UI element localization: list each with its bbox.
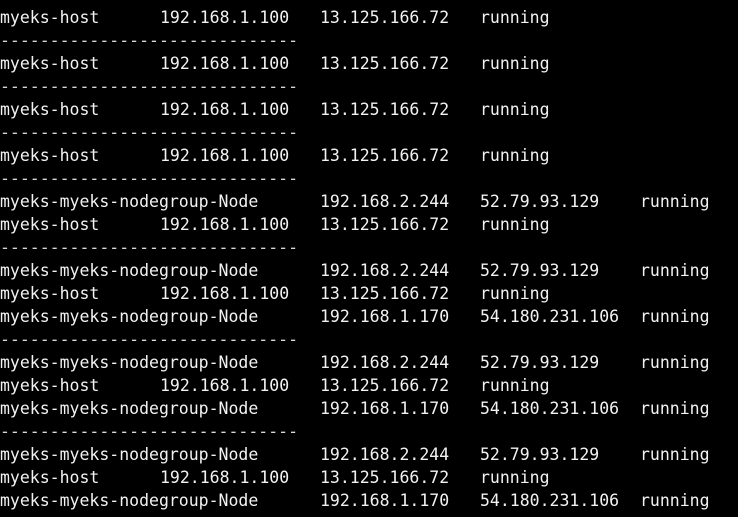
instance-row: myeks-myeks-nodegroup-Node 192.168.2.244 5…: [0, 190, 738, 213]
public-ip: 13.125.166.72: [320, 215, 450, 234]
instance-name: myeks-host: [0, 376, 100, 395]
separator-line: ------------------------------: [0, 75, 738, 98]
instance-name: myeks-host: [0, 468, 100, 487]
public-ip: 54.180.231.106: [480, 491, 620, 510]
instance-state: running: [480, 468, 550, 487]
public-ip: 52.79.93.129: [480, 353, 600, 372]
instance-name: myeks-host: [0, 100, 100, 119]
separator-dashes: ------------------------------: [0, 31, 299, 50]
instance-row: myeks-myeks-nodegroup-Node 192.168.2.244 5…: [0, 351, 738, 374]
instance-state: running: [480, 146, 550, 165]
separator-line: ------------------------------: [0, 167, 738, 190]
separator-line: ------------------------------: [0, 420, 738, 443]
separator-dashes: ------------------------------: [0, 238, 299, 257]
public-ip: 13.125.166.72: [320, 284, 450, 303]
instance-name: myeks-host: [0, 8, 100, 27]
instance-state: running: [640, 307, 710, 326]
instance-name: myeks-host: [0, 54, 100, 73]
private-ip: 192.168.1.100: [160, 146, 290, 165]
private-ip: 192.168.1.100: [160, 8, 290, 27]
public-ip: 13.125.166.72: [320, 100, 450, 119]
instance-state: running: [480, 376, 550, 395]
instance-row: myeks-host 192.168.1.100 13.125.166.72 runn…: [0, 374, 738, 397]
terminal-window[interactable]: myeks-host 192.168.1.100 13.125.166.72 runn…: [0, 0, 738, 517]
instance-name: myeks-myeks-nodegroup-Node: [0, 307, 259, 326]
public-ip: 54.180.231.106: [480, 307, 620, 326]
private-ip: 192.168.2.244: [320, 261, 450, 280]
public-ip: 13.125.166.72: [320, 146, 450, 165]
private-ip: 192.168.1.100: [160, 100, 290, 119]
public-ip: 13.125.166.72: [320, 54, 450, 73]
public-ip: 52.79.93.129: [480, 192, 600, 211]
public-ip: 13.125.166.72: [320, 468, 450, 487]
instance-row: myeks-myeks-nodegroup-Node 192.168.1.170 5…: [0, 305, 738, 328]
private-ip: 192.168.1.100: [160, 284, 290, 303]
instance-name: myeks-host: [0, 146, 100, 165]
separator-line: ------------------------------: [0, 121, 738, 144]
private-ip: 192.168.1.100: [160, 376, 290, 395]
private-ip: 192.168.1.100: [160, 54, 290, 73]
instance-row: myeks-myeks-nodegroup-Node 192.168.2.244 5…: [0, 443, 738, 466]
instance-state: running: [640, 192, 710, 211]
instance-name: myeks-myeks-nodegroup-Node: [0, 491, 259, 510]
instance-state: running: [640, 399, 710, 418]
private-ip: 192.168.2.244: [320, 353, 450, 372]
public-ip: 13.125.166.72: [320, 8, 450, 27]
private-ip: 192.168.1.170: [320, 399, 450, 418]
separator-dashes: ------------------------------: [0, 123, 299, 142]
instance-name: myeks-host: [0, 284, 100, 303]
separator-line: ------------------------------: [0, 328, 738, 351]
instance-name: myeks-myeks-nodegroup-Node: [0, 261, 259, 280]
public-ip: 13.125.166.72: [320, 376, 450, 395]
separator-dashes: ------------------------------: [0, 77, 299, 96]
instance-row: myeks-host 192.168.1.100 13.125.166.72 runn…: [0, 282, 738, 305]
private-ip: 192.168.1.100: [160, 215, 290, 234]
instance-row: myeks-myeks-nodegroup-Node 192.168.1.170 5…: [0, 397, 738, 420]
instance-name: myeks-myeks-nodegroup-Node: [0, 192, 259, 211]
separator-dashes: ------------------------------: [0, 422, 299, 441]
private-ip: 192.168.2.244: [320, 192, 450, 211]
instance-state: running: [640, 353, 710, 372]
instance-state: running: [480, 100, 550, 119]
instance-state: running: [640, 491, 710, 510]
instance-row: myeks-myeks-nodegroup-Node 192.168.2.244 5…: [0, 259, 738, 282]
instance-row: myeks-host 192.168.1.100 13.125.166.72 runn…: [0, 6, 738, 29]
instance-row: myeks-host 192.168.1.100 13.125.166.72 runn…: [0, 466, 738, 489]
private-ip: 192.168.1.100: [160, 468, 290, 487]
instance-row: myeks-host 192.168.1.100 13.125.166.72 runn…: [0, 98, 738, 121]
instance-name: myeks-host: [0, 215, 100, 234]
instance-state: running: [480, 8, 550, 27]
instance-name: myeks-myeks-nodegroup-Node: [0, 353, 259, 372]
instance-row: myeks-myeks-nodegroup-Node 192.168.1.170 5…: [0, 489, 738, 512]
instance-row: myeks-host 192.168.1.100 13.125.166.72 runn…: [0, 144, 738, 167]
private-ip: 192.168.1.170: [320, 307, 450, 326]
instance-state: running: [480, 284, 550, 303]
separator-line: ------------------------------: [0, 236, 738, 259]
separator-dashes: ------------------------------: [0, 330, 299, 349]
public-ip: 54.180.231.106: [480, 399, 620, 418]
instance-state: running: [640, 261, 710, 280]
instance-row: myeks-host 192.168.1.100 13.125.166.72 runn…: [0, 213, 738, 236]
private-ip: 192.168.1.170: [320, 491, 450, 510]
instance-state: running: [480, 215, 550, 234]
instance-name: myeks-myeks-nodegroup-Node: [0, 399, 259, 418]
instance-state: running: [480, 54, 550, 73]
instance-state: running: [640, 445, 710, 464]
instance-row: myeks-host 192.168.1.100 13.125.166.72 runn…: [0, 52, 738, 75]
separator-dashes: ------------------------------: [0, 169, 299, 188]
separator-line: ------------------------------: [0, 29, 738, 52]
public-ip: 52.79.93.129: [480, 445, 600, 464]
private-ip: 192.168.2.244: [320, 445, 450, 464]
instance-name: myeks-myeks-nodegroup-Node: [0, 445, 259, 464]
public-ip: 52.79.93.129: [480, 261, 600, 280]
